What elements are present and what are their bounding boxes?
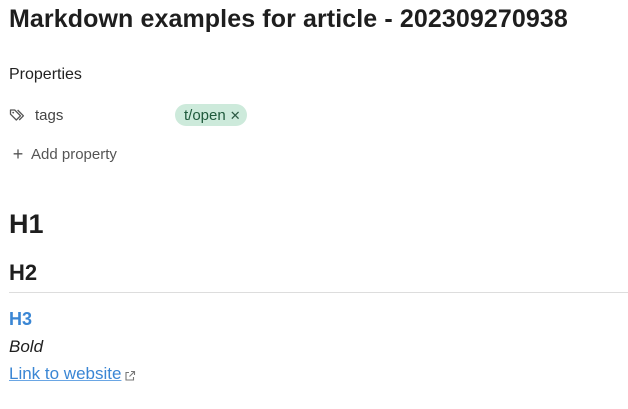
website-link-container: Link to website xyxy=(9,364,136,384)
property-row-tags: tags t/open ✕ xyxy=(9,103,609,127)
tag-label: t/open xyxy=(184,106,226,124)
heading-2-divider xyxy=(9,292,628,293)
property-key[interactable]: tags xyxy=(9,103,63,127)
add-property-button[interactable]: + Add property xyxy=(12,143,117,165)
tag-pill[interactable]: t/open ✕ xyxy=(175,104,247,126)
website-link[interactable]: Link to website xyxy=(9,364,121,384)
heading-3: H3 xyxy=(9,309,33,329)
tags-icon xyxy=(9,108,27,122)
bold-text: Bold xyxy=(9,337,44,356)
property-key-label: tags xyxy=(35,106,64,124)
heading-2: H2 xyxy=(9,260,38,285)
note-view: Markdown examples for article - 20230927… xyxy=(0,0,628,409)
external-link-icon xyxy=(124,369,136,381)
properties-heading[interactable]: Properties xyxy=(9,66,82,84)
remove-tag-icon[interactable]: ✕ xyxy=(230,109,241,122)
plus-icon: + xyxy=(12,144,24,164)
add-property-label: Add property xyxy=(31,145,117,163)
heading-1: H1 xyxy=(9,209,44,239)
note-title[interactable]: Markdown examples for article - 20230927… xyxy=(9,5,568,34)
